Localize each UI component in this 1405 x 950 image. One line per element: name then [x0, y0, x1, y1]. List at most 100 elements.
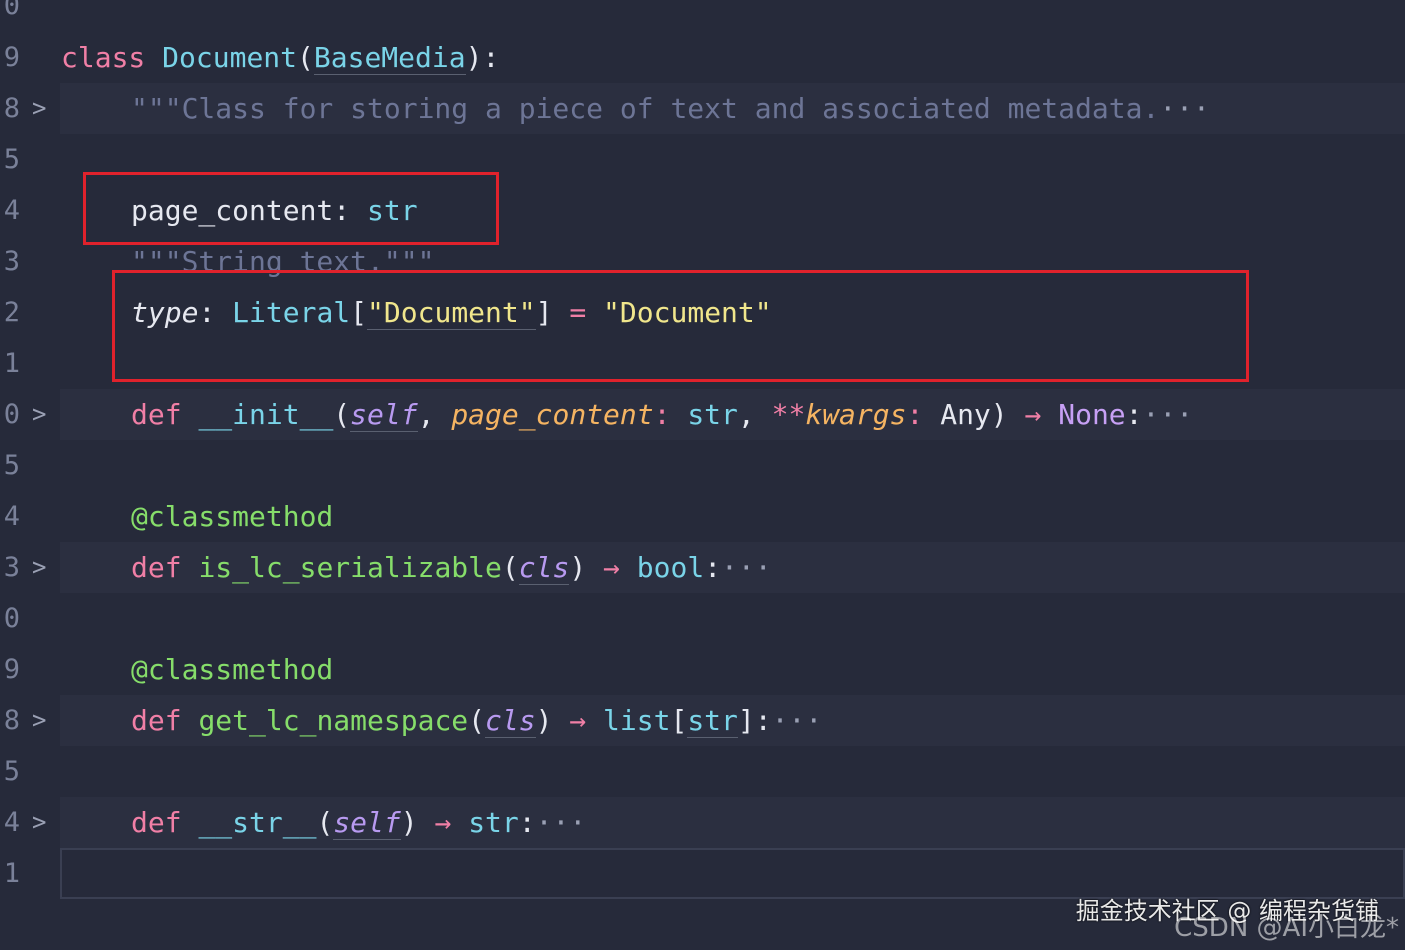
keyword: class: [61, 41, 146, 74]
paren: ):: [465, 41, 500, 74]
keyword: def: [131, 398, 199, 431]
paren: ): [400, 806, 418, 839]
gutter: 9: [0, 32, 60, 83]
line-number: 8: [3, 705, 20, 736]
code-line-folded[interactable]: 8 > def get_lc_namespace(cls) → list[str…: [0, 695, 1405, 746]
gutter: 1: [0, 338, 60, 389]
return-type-arg: str: [687, 704, 738, 738]
colon: :: [906, 398, 941, 431]
bracket: ]: [737, 704, 755, 737]
comma: ,: [737, 398, 772, 431]
return-type: bool: [636, 551, 705, 584]
code-line-folded[interactable]: 8 > """Class for storing a piece of text…: [0, 83, 1405, 134]
colon: :: [518, 806, 536, 839]
code-editor[interactable]: 0 9 class Document(BaseMedia): 8 > """Cl…: [0, 0, 1405, 950]
gutter: 4: [0, 185, 60, 236]
gutter: 0: [0, 0, 60, 31]
line-number: 5: [3, 450, 20, 481]
param-name: page_content: [451, 398, 654, 431]
code-line[interactable]: 9 class Document(BaseMedia):: [0, 32, 1405, 83]
folded-ellipsis-icon[interactable]: ···: [536, 806, 587, 839]
keyword: def: [131, 806, 199, 839]
highlight-box-type: [112, 270, 1249, 382]
fold-chevron-icon[interactable]: >: [32, 797, 46, 848]
code-line[interactable]: 5: [0, 746, 1405, 797]
code-text: @classmethod: [61, 491, 333, 542]
gutter: 4: [0, 491, 60, 542]
gutter: 5: [0, 746, 60, 797]
colon: :: [754, 704, 772, 737]
line-number: 2: [3, 297, 20, 328]
comma: ,: [417, 398, 452, 431]
arrow: →: [417, 806, 469, 839]
line-number: 1: [3, 348, 20, 379]
paren: ): [535, 704, 553, 737]
arrow: →: [552, 704, 604, 737]
code-text: def get_lc_namespace(cls) → list[str]:··…: [61, 695, 822, 746]
gutter: 5: [0, 134, 60, 185]
decorator: @classmethod: [131, 653, 334, 686]
base-class: BaseMedia: [313, 41, 466, 75]
paren: ): [990, 398, 1008, 431]
function-name: __init__: [198, 398, 334, 431]
bracket: [: [670, 704, 688, 737]
paren: (: [316, 806, 334, 839]
line-number: 3: [3, 246, 20, 277]
line-number: 4: [3, 195, 20, 226]
paren: (: [468, 704, 486, 737]
highlight-box-page-content: [83, 172, 499, 245]
folded-ellipsis-icon[interactable]: ···: [1159, 92, 1210, 125]
param-cls: cls: [485, 704, 536, 738]
colon: :: [1125, 398, 1143, 431]
folded-ellipsis-icon[interactable]: ···: [1143, 398, 1194, 431]
fold-chevron-icon[interactable]: >: [32, 389, 46, 440]
param-name: kwargs: [805, 398, 907, 431]
code-text: def __str__(self) → str:···: [61, 797, 586, 848]
line-number: 0: [3, 603, 20, 634]
line-number: 3: [3, 552, 20, 583]
gutter: 1: [0, 848, 60, 899]
gutter: 3: [0, 236, 60, 287]
paren: (: [501, 551, 519, 584]
return-type: list: [603, 704, 671, 737]
param-cls: cls: [518, 551, 570, 585]
folded-ellipsis-icon[interactable]: ···: [721, 551, 772, 584]
keyword: def: [131, 704, 199, 737]
line-number: 5: [3, 756, 20, 787]
docstring: """Class for storing a piece of text and…: [131, 92, 1160, 125]
keyword: def: [131, 551, 199, 584]
decorator: @classmethod: [131, 500, 334, 533]
code-line-folded[interactable]: 3 > def is_lc_serializable(cls) → bool:·…: [0, 542, 1405, 593]
code-text: class Document(BaseMedia):: [61, 32, 499, 83]
line-number: 9: [3, 654, 20, 685]
code-line-folded[interactable]: 4 > def __str__(self) → str:···: [0, 797, 1405, 848]
code-line[interactable]: 0: [0, 0, 1405, 31]
folded-ellipsis-icon[interactable]: ···: [772, 704, 823, 737]
fold-chevron-icon[interactable]: >: [32, 83, 46, 134]
function-name: __str__: [198, 806, 317, 839]
gutter: 8 >: [0, 695, 60, 746]
gutter: 8 >: [0, 83, 60, 134]
function-name: is_lc_serializable: [198, 551, 502, 584]
return-type: str: [468, 806, 519, 839]
paren: (: [297, 41, 314, 74]
param-self: self: [350, 398, 418, 432]
code-line[interactable]: 4 @classmethod: [0, 491, 1405, 542]
line-number: 0: [3, 399, 20, 430]
operator: **: [771, 398, 806, 431]
code-line[interactable]: 9 @classmethod: [0, 644, 1405, 695]
gutter: 0: [0, 593, 60, 644]
colon: :: [704, 551, 722, 584]
line-number: 4: [3, 807, 20, 838]
code-line[interactable]: 0: [0, 593, 1405, 644]
code-line[interactable]: 5: [0, 440, 1405, 491]
line-number: 9: [3, 42, 20, 73]
code-text: def __init__(self, page_content: str, **…: [61, 389, 1193, 440]
fold-chevron-icon[interactable]: >: [32, 542, 46, 593]
fold-chevron-icon[interactable]: >: [32, 695, 46, 746]
gutter: 3 >: [0, 542, 60, 593]
type-annotation: Any: [940, 398, 991, 431]
arrow: →: [1007, 398, 1059, 431]
line-number: 5: [3, 144, 20, 175]
code-line-folded[interactable]: 0 > def __init__(self, page_content: str…: [0, 389, 1405, 440]
